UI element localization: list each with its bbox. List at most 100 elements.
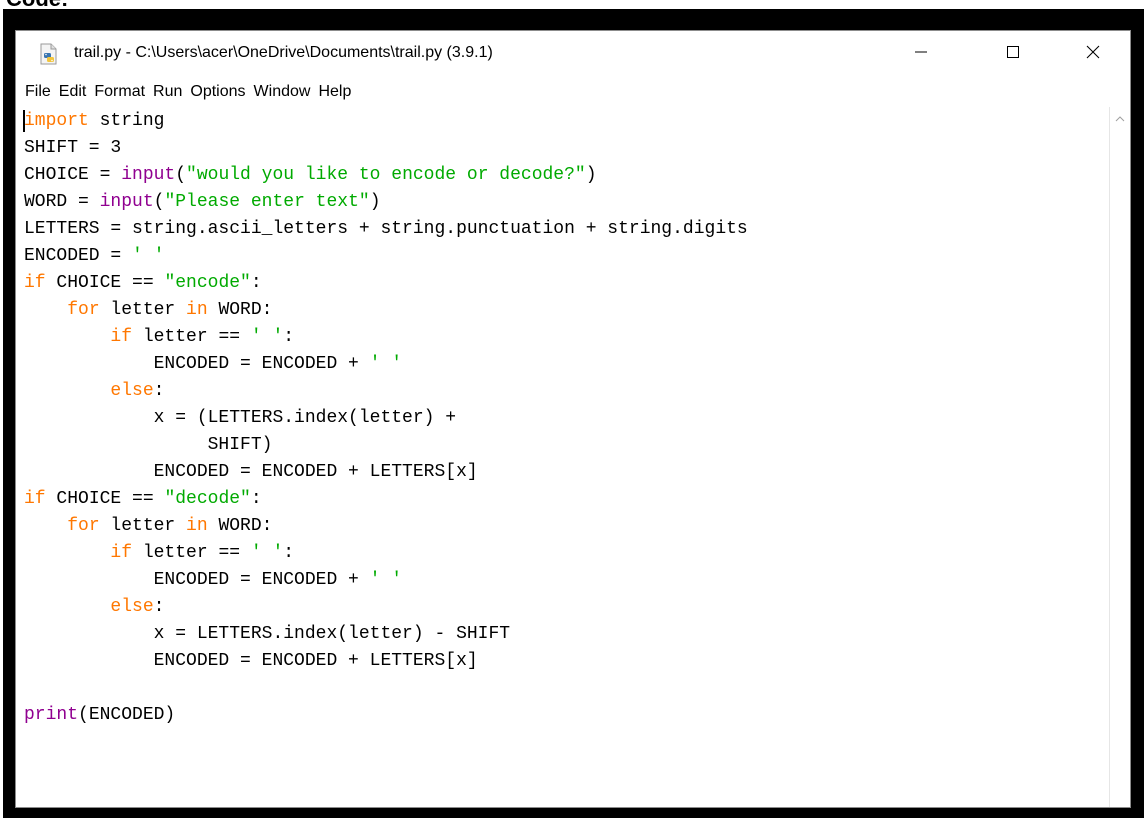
menu-help[interactable]: Help — [317, 80, 352, 104]
code-token: for — [67, 300, 100, 320]
code-line: LETTERS = string.ascii_letters + string.… — [24, 216, 748, 243]
code-token: ( — [175, 165, 187, 185]
minimize-icon — [914, 45, 928, 64]
code-token: ENCODED = ENCODED + — [24, 354, 370, 374]
code-token: ENCODED = ENCODED + — [24, 570, 370, 590]
code-token: print — [24, 705, 79, 725]
code-line: print(ENCODED) — [24, 702, 175, 729]
code-token: ' ' — [132, 246, 165, 266]
code-token: ' ' — [250, 327, 284, 347]
minimize-button[interactable] — [886, 31, 956, 77]
close-icon — [1086, 45, 1100, 64]
code-token: : — [153, 381, 165, 401]
scroll-up-arrow-icon[interactable] — [1110, 111, 1130, 127]
vertical-scrollbar[interactable] — [1109, 107, 1130, 807]
code-token: if — [24, 273, 46, 293]
code-token: for — [67, 516, 100, 536]
code-token: WORD: — [207, 516, 273, 536]
python-file-icon — [38, 43, 60, 65]
code-line: x = (LETTERS.index(letter) + — [24, 405, 456, 432]
idle-editor-window: trail.py - C:\Users\acer\OneDrive\Docume… — [15, 30, 1131, 808]
code-token: letter == — [132, 327, 251, 347]
code-token: if — [110, 543, 133, 563]
code-line: ENCODED = ENCODED + ' ' — [24, 351, 402, 378]
code-token: in — [186, 516, 208, 536]
code-token: ) — [585, 165, 597, 185]
menu-bar: File Edit Format Run Options Window Help — [16, 77, 1130, 107]
code-line: else: — [24, 378, 164, 405]
code-editor[interactable]: import string SHIFT = 3 CHOICE = input("wo… — [16, 107, 1109, 807]
code-token: ' ' — [369, 354, 403, 374]
code-line: CHOICE = input("would you like to encode… — [24, 162, 597, 189]
menu-edit[interactable]: Edit — [58, 80, 88, 104]
close-button[interactable] — [1058, 31, 1128, 77]
code-token: if — [24, 489, 46, 509]
code-line: SHIFT = 3 — [24, 135, 121, 162]
code-token: ' ' — [369, 570, 403, 590]
code-token: WORD = — [24, 192, 100, 212]
code-line: if letter == ' ': — [24, 324, 294, 351]
code-token: "encode" — [164, 273, 251, 293]
code-line: x = LETTERS.index(letter) - SHIFT — [24, 621, 510, 648]
window-title: trail.py - C:\Users\acer\OneDrive\Docume… — [74, 44, 493, 61]
code-line: if CHOICE == "encode": — [24, 270, 262, 297]
code-token: "Please enter text" — [164, 192, 370, 212]
code-token: ( — [153, 192, 165, 212]
code-token: SHIFT = 3 — [24, 138, 122, 158]
maximize-button[interactable] — [978, 31, 1048, 77]
code-token: x = (LETTERS.index(letter) + — [24, 408, 457, 428]
title-bar[interactable]: trail.py - C:\Users\acer\OneDrive\Docume… — [16, 31, 1130, 77]
code-token: SHIFT) — [24, 435, 273, 455]
code-line: WORD = input("Please enter text") — [24, 189, 381, 216]
code-token: CHOICE = — [24, 165, 122, 185]
code-line: ENCODED = ENCODED + LETTERS[x] — [24, 459, 478, 486]
code-token: : — [153, 597, 165, 617]
code-token: ENCODED = ENCODED + LETTERS[x] — [24, 651, 478, 671]
code-token: input — [121, 165, 176, 185]
code-line: for letter in WORD: — [24, 297, 272, 324]
code-token: else — [110, 597, 154, 617]
code-token: : — [250, 489, 262, 509]
code-token: "would you like to encode or decode?" — [186, 165, 586, 185]
menu-run[interactable]: Run — [152, 80, 183, 104]
code-token: letter — [99, 300, 187, 320]
code-line: SHIFT) — [24, 432, 273, 459]
code-token: string — [88, 111, 165, 131]
menu-options[interactable]: Options — [189, 80, 246, 104]
code-token: CHOICE == — [45, 489, 165, 509]
code-token: in — [186, 300, 208, 320]
code-token: ' ' — [250, 543, 284, 563]
menu-file[interactable]: File — [24, 80, 52, 104]
code-line: ENCODED = ENCODED + ' ' — [24, 567, 402, 594]
code-line: import string — [24, 108, 164, 135]
code-token: import — [24, 111, 89, 131]
code-token: input — [99, 192, 154, 212]
code-line: else: — [24, 594, 164, 621]
code-line: ENCODED = ' ' — [24, 243, 164, 270]
code-line: if letter == ' ': — [24, 540, 294, 567]
code-token: ) — [369, 192, 381, 212]
code-line: if CHOICE == "decode": — [24, 486, 262, 513]
code-token: (ENCODED) — [78, 705, 176, 725]
code-token: : — [250, 273, 262, 293]
code-token: WORD: — [207, 300, 273, 320]
code-token: letter — [99, 516, 187, 536]
code-line: ENCODED = ENCODED + LETTERS[x] — [24, 648, 478, 675]
code-token: x = LETTERS.index(letter) - SHIFT — [24, 624, 511, 644]
code-token: : — [283, 327, 295, 347]
code-token: letter == — [132, 543, 251, 563]
code-token: ENCODED = ENCODED + LETTERS[x] — [24, 462, 478, 482]
menu-format[interactable]: Format — [93, 80, 146, 104]
code-token: LETTERS = string.ascii_letters + string.… — [24, 219, 748, 239]
code-token: CHOICE == — [45, 273, 165, 293]
code-token: else — [110, 381, 154, 401]
code-token: ENCODED = — [24, 246, 133, 266]
maximize-icon — [1006, 45, 1020, 64]
menu-window[interactable]: Window — [253, 80, 312, 104]
